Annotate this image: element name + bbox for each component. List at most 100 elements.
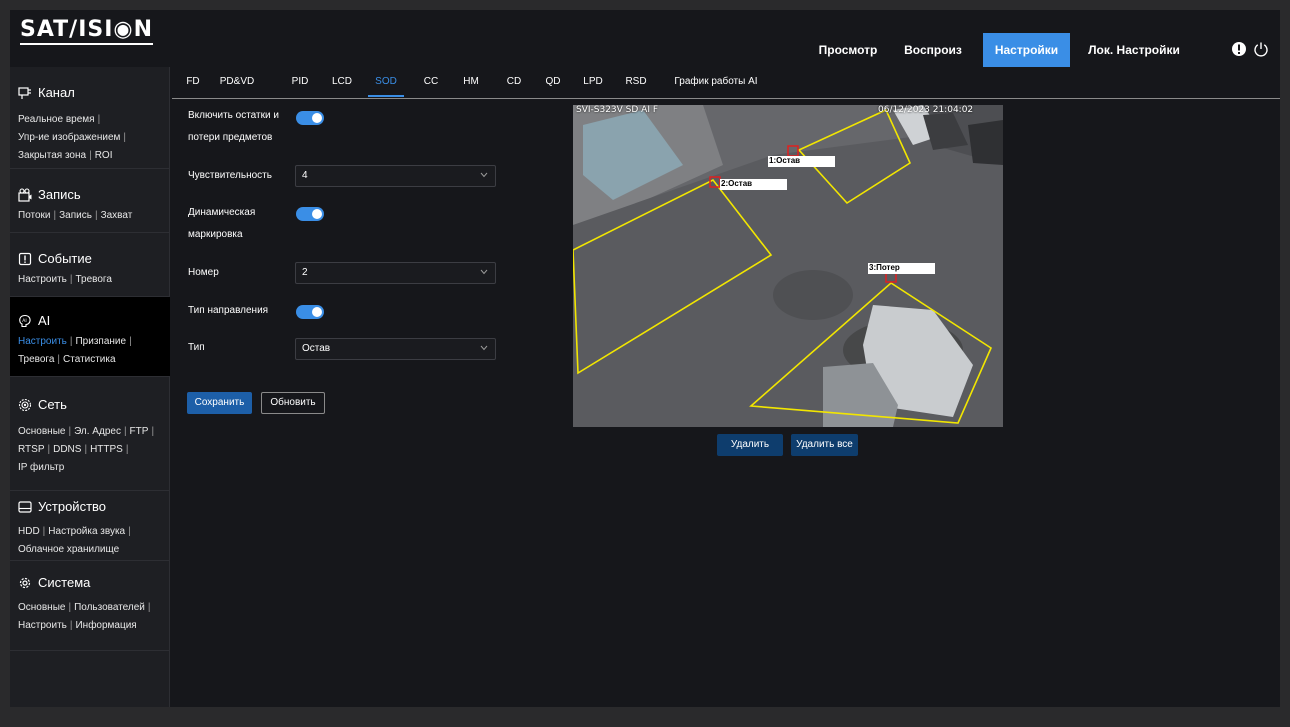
sidebar-title-system[interactable]: Система — [18, 573, 90, 593]
ai-icon: AI — [19, 314, 31, 328]
separator: | — [68, 602, 72, 613]
record-icon — [18, 188, 32, 202]
type-value: Остав — [302, 343, 331, 354]
delete-all-zones-button[interactable]: Удалить все — [791, 434, 858, 456]
link-sys-info[interactable]: Информация — [75, 620, 136, 631]
tab-pid[interactable]: PID — [290, 67, 310, 97]
zone-2-polygon[interactable] — [573, 178, 773, 375]
sidebar-title-ai[interactable]: AI AI — [18, 311, 50, 331]
nav-live-view[interactable]: Просмотр — [813, 33, 883, 67]
zone-1-handle[interactable] — [787, 145, 799, 157]
link-net-https[interactable]: HTTPS — [90, 444, 123, 455]
enable-sod-toggle[interactable] — [296, 111, 324, 125]
power-icon[interactable] — [1253, 41, 1269, 57]
separator: | — [89, 150, 92, 161]
tab-pdvd[interactable]: PD&VD — [217, 67, 257, 97]
type-select[interactable]: Остав — [295, 338, 496, 360]
direction-type-label: Тип направления — [188, 305, 269, 316]
sidebar-links-device: HDD | Настройка звука | Облачное хранилище — [18, 523, 170, 559]
camera-name-osd: SVI-S323V SD AI F — [576, 105, 659, 115]
enable-label-line1: Включить остатки и — [188, 110, 279, 121]
sensitivity-select[interactable]: 4 — [295, 165, 496, 187]
sidebar-section-device: Устройство HDD | Настройка звука | Облачное… — [10, 491, 170, 561]
separator: | — [147, 602, 151, 613]
tab-rsd[interactable]: RSD — [624, 67, 648, 97]
tab-hm[interactable]: HM — [462, 67, 480, 97]
tab-qd[interactable]: QD — [544, 67, 562, 97]
sidebar-title-text: Сеть — [38, 397, 67, 412]
dynamic-marking-label-line2: маркировка — [188, 229, 243, 240]
tab-cd[interactable]: CD — [505, 67, 523, 97]
link-image-control[interactable]: Упр-ие изображением — [18, 132, 120, 143]
brand-logo: SAT/ISI◉N — [20, 18, 154, 45]
tab-cc[interactable]: CC — [422, 67, 440, 97]
link-sys-users[interactable]: Пользователей — [74, 602, 145, 613]
link-sys-basic[interactable]: Основные — [18, 602, 65, 613]
link-net-email[interactable]: Эл. Адрес — [74, 426, 121, 437]
nav-local-settings[interactable]: Лок. Настройки — [1084, 33, 1184, 67]
link-net-basic[interactable]: Основные — [18, 426, 65, 437]
nav-settings[interactable]: Настройки — [983, 33, 1070, 67]
separator: | — [57, 354, 61, 365]
sidebar: Канал Реальное время | Упр-ие изображение… — [10, 67, 170, 707]
sidebar-title-channel[interactable]: Канал — [18, 83, 75, 103]
alert-icon[interactable] — [1231, 41, 1247, 57]
link-event-alarm[interactable]: Тревога — [75, 274, 111, 285]
link-realtime[interactable]: Реальное время — [18, 114, 95, 125]
sensitivity-value: 4 — [302, 170, 308, 181]
link-privacy-zone[interactable]: Закрытая зона — [18, 150, 86, 161]
link-ai-alarm[interactable]: Тревога — [18, 354, 54, 365]
tab-sod[interactable]: SOD — [368, 67, 404, 97]
sidebar-section-channel: Канал Реальное время | Упр-ие изображение… — [10, 67, 170, 169]
link-capture[interactable]: Захват — [101, 210, 133, 221]
nav-playback[interactable]: Воспроиз — [896, 33, 970, 67]
enable-label-line2: потери предметов — [188, 132, 273, 143]
link-net-ddns[interactable]: DDNS — [53, 444, 81, 455]
camera-preview[interactable]: SVI-S323V SD AI F 06/12/2023 21:04:02 1:… — [573, 105, 1003, 427]
link-ai-recognition[interactable]: Призпание — [75, 336, 126, 347]
link-hdd[interactable]: HDD — [18, 526, 40, 537]
delete-zone-button[interactable]: Удалить — [717, 434, 783, 456]
link-ai-statistics[interactable]: Статистика — [63, 354, 116, 365]
separator: | — [94, 210, 98, 221]
number-select[interactable]: 2 — [295, 262, 496, 284]
sidebar-title-device[interactable]: Устройство — [18, 497, 106, 517]
link-cloud[interactable]: Облачное хранилище — [18, 544, 119, 555]
separator: | — [97, 114, 101, 125]
gear-icon — [19, 577, 31, 589]
sidebar-title-text: Событие — [38, 251, 92, 266]
tab-lcd[interactable]: LCD — [330, 67, 354, 97]
sidebar-section-system: Система Основные | Пользователей | Настроит… — [10, 561, 170, 651]
tab-fd[interactable]: FD — [184, 67, 202, 97]
timestamp-osd: 06/12/2023 21:04:02 — [878, 105, 974, 115]
link-ai-config[interactable]: Настроить — [18, 336, 67, 347]
sidebar-links-record: Потоки | Запись | Захват — [18, 207, 170, 225]
dynamic-marking-label-line1: Динамическая — [188, 207, 256, 218]
network-icon — [18, 398, 32, 412]
link-recording[interactable]: Запись — [59, 210, 92, 221]
sidebar-title-network[interactable]: Сеть — [18, 395, 67, 415]
link-sys-config[interactable]: Настроить — [18, 620, 67, 631]
sidebar-section-event: Событие Настроить | Тревога — [10, 233, 170, 297]
refresh-button[interactable]: Обновить — [261, 392, 325, 414]
dynamic-marking-toggle[interactable] — [296, 207, 324, 221]
chevron-down-icon — [480, 345, 488, 351]
save-button[interactable]: Сохранить — [187, 392, 252, 414]
sidebar-links-ai: Настроить | Призпание | Тревога | Статистика — [18, 333, 170, 369]
direction-type-toggle[interactable] — [296, 305, 324, 319]
link-audio[interactable]: Настройка звука — [48, 526, 125, 537]
sidebar-links-channel: Реальное время | Упр-ие изображением | Зак… — [18, 111, 170, 165]
link-net-ftp[interactable]: FTP — [130, 426, 149, 437]
link-net-ip-filter[interactable]: IP фильтр — [18, 462, 64, 473]
tab-ai-schedule[interactable]: График работы AI — [668, 67, 764, 97]
link-event-config[interactable]: Настроить — [18, 274, 67, 285]
sidebar-title-event[interactable]: Событие — [18, 249, 92, 269]
separator: | — [123, 426, 127, 437]
link-roi[interactable]: ROI — [95, 150, 113, 161]
tab-lpd[interactable]: LPD — [582, 67, 604, 97]
link-streams[interactable]: Потоки — [18, 210, 51, 221]
sidebar-title-record[interactable]: Запись — [18, 185, 81, 205]
link-net-rtsp[interactable]: RTSP — [18, 444, 45, 455]
zone-3-polygon[interactable] — [749, 281, 993, 424]
separator: | — [68, 426, 72, 437]
